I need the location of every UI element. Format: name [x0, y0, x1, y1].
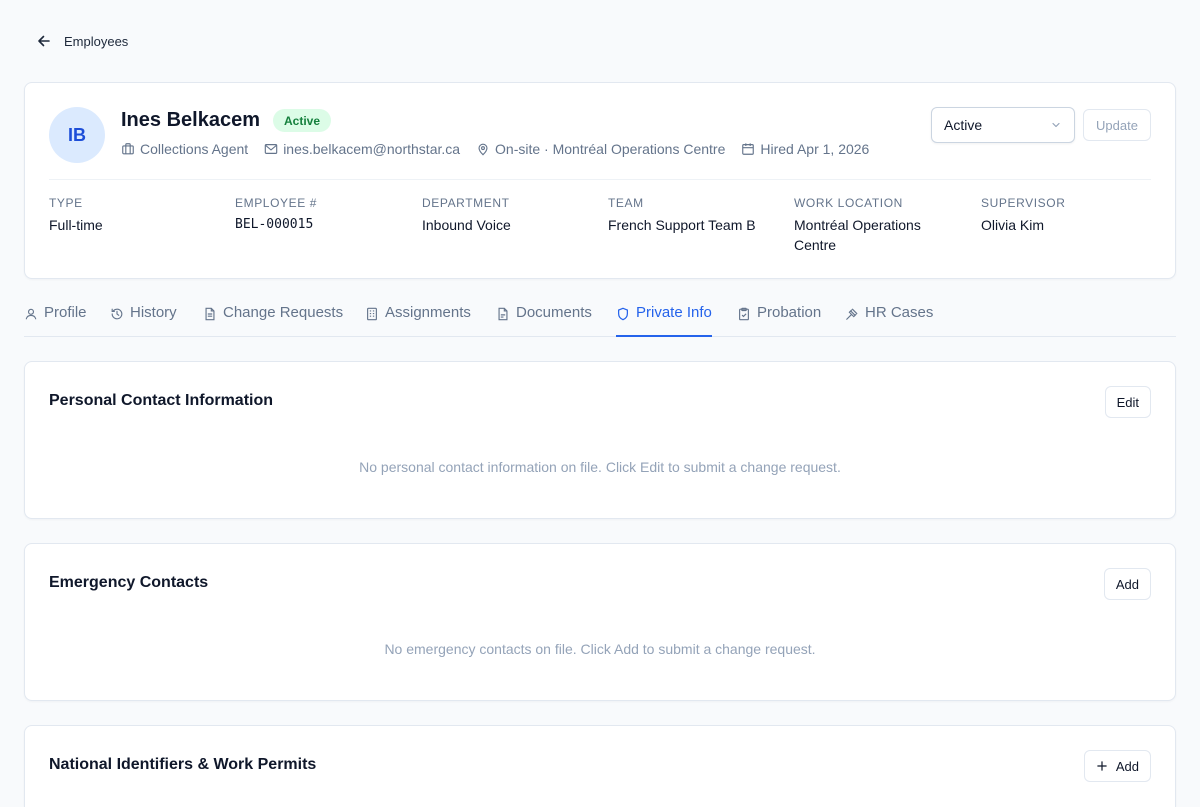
- field-value: Montréal Operations Centre: [794, 217, 921, 253]
- tab-label: Documents: [516, 304, 592, 321]
- tab-label: Profile: [44, 304, 87, 321]
- field-team: Team French Support Team B: [608, 196, 784, 235]
- emergency-contacts-section: Emergency Contacts Add No emergency cont…: [24, 543, 1176, 701]
- tab-assignments[interactable]: Assignments: [365, 296, 471, 337]
- email: ines.belkacem@northstar.ca: [264, 141, 460, 157]
- field-value: Olivia Kim: [981, 217, 1045, 233]
- status-badge: Active: [273, 109, 332, 132]
- chevron-down-icon: [1050, 119, 1062, 131]
- tab-label: Assignments: [385, 304, 471, 321]
- field-value: French Support Team B: [608, 217, 756, 233]
- field-value: Inbound Voice: [422, 217, 511, 233]
- briefcase-icon: [121, 142, 135, 156]
- field-label: Supervisor: [981, 196, 1066, 210]
- edit-button[interactable]: Edit: [1104, 386, 1151, 418]
- tab-profile[interactable]: Profile: [24, 296, 87, 337]
- field-work-location: Work Location Montréal Operations Centre: [794, 196, 954, 255]
- field-label: Department: [422, 196, 510, 210]
- calendar-icon: [741, 142, 755, 156]
- tab-label: HR Cases: [865, 304, 934, 321]
- field-supervisor: Supervisor Olivia Kim: [981, 196, 1157, 235]
- location: On-site · Montréal Operations Centre: [476, 141, 725, 157]
- field-label: Work Location: [794, 196, 903, 210]
- empty-state: No personal contact information on file.…: [359, 459, 841, 475]
- add-button[interactable]: Add: [1103, 568, 1151, 600]
- field-label: Type: [49, 196, 83, 210]
- tab-change-requests[interactable]: Change Requests: [203, 296, 343, 337]
- employee-meta: Collections Agent ines.belkacem@northsta…: [121, 141, 869, 157]
- tab-label: Probation: [757, 304, 822, 321]
- location-text: On-site · Montréal Operations Centre: [495, 141, 726, 157]
- employee-name: Ines Belkacem: [121, 109, 260, 131]
- map-pin-icon: [476, 142, 490, 156]
- history-icon: [110, 304, 124, 321]
- gavel-icon: [845, 304, 859, 321]
- tab-hr-cases[interactable]: HR Cases: [845, 296, 933, 337]
- status-select[interactable]: Active: [931, 107, 1075, 143]
- tab-private-info[interactable]: Private Info: [616, 296, 712, 337]
- plus-icon: [1096, 760, 1108, 772]
- avatar: IB: [49, 107, 105, 163]
- tab-label: History: [130, 304, 177, 321]
- employee-header-card: IB Ines Belkacem Active Collections Agen…: [24, 82, 1176, 279]
- field-value: BEL-000015: [235, 217, 314, 232]
- tab-bar: Profile History Change Requests Assignme…: [24, 296, 1176, 337]
- job-title: Collections Agent: [121, 141, 248, 157]
- section-title: National Identifiers & Work Permits: [49, 756, 317, 773]
- tab-label: Change Requests: [223, 304, 344, 321]
- tab-label: Private Info: [636, 304, 712, 321]
- back-link-label: Employees: [64, 33, 129, 49]
- tab-history[interactable]: History: [110, 296, 177, 337]
- national-identifiers-section: National Identifiers & Work Permits Add: [24, 725, 1176, 807]
- personal-contact-section: Personal Contact Information Edit No per…: [24, 361, 1176, 519]
- field-label: Team: [608, 196, 644, 210]
- field-employee-number: Employee # BEL-000015: [235, 196, 411, 235]
- mail-icon: [264, 142, 278, 156]
- hire-date-text: Hired Apr 1, 2026: [760, 141, 870, 157]
- user-icon: [24, 304, 38, 321]
- back-link[interactable]: Employees: [36, 33, 128, 49]
- file-icon: [496, 304, 510, 321]
- header-divider: [49, 179, 1151, 180]
- file-text-icon: [203, 304, 217, 321]
- job-title-text: Collections Agent: [140, 141, 249, 157]
- arrow-left-icon: [36, 33, 52, 49]
- clipboard-icon: [737, 304, 751, 321]
- email-text: ines.belkacem@northstar.ca: [283, 141, 461, 157]
- field-label: Employee #: [235, 196, 318, 210]
- add-button-label: Add: [1115, 758, 1139, 774]
- section-title: Emergency Contacts: [49, 574, 209, 591]
- field-value: Full-time: [49, 217, 103, 233]
- hire-date: Hired Apr 1, 2026: [741, 141, 869, 157]
- building-icon: [365, 304, 379, 321]
- tab-documents[interactable]: Documents: [496, 296, 592, 337]
- section-title: Personal Contact Information: [49, 392, 274, 409]
- tab-probation[interactable]: Probation: [737, 296, 821, 337]
- field-department: Department Inbound Voice: [422, 196, 598, 235]
- field-type: Type Full-time: [49, 196, 225, 235]
- status-select-value: Active: [944, 117, 983, 133]
- empty-state: No emergency contacts on file. Click Add…: [384, 641, 816, 657]
- add-identifier-button[interactable]: Add: [1083, 750, 1151, 782]
- update-button[interactable]: Update: [1083, 109, 1151, 141]
- shield-icon: [616, 304, 630, 321]
